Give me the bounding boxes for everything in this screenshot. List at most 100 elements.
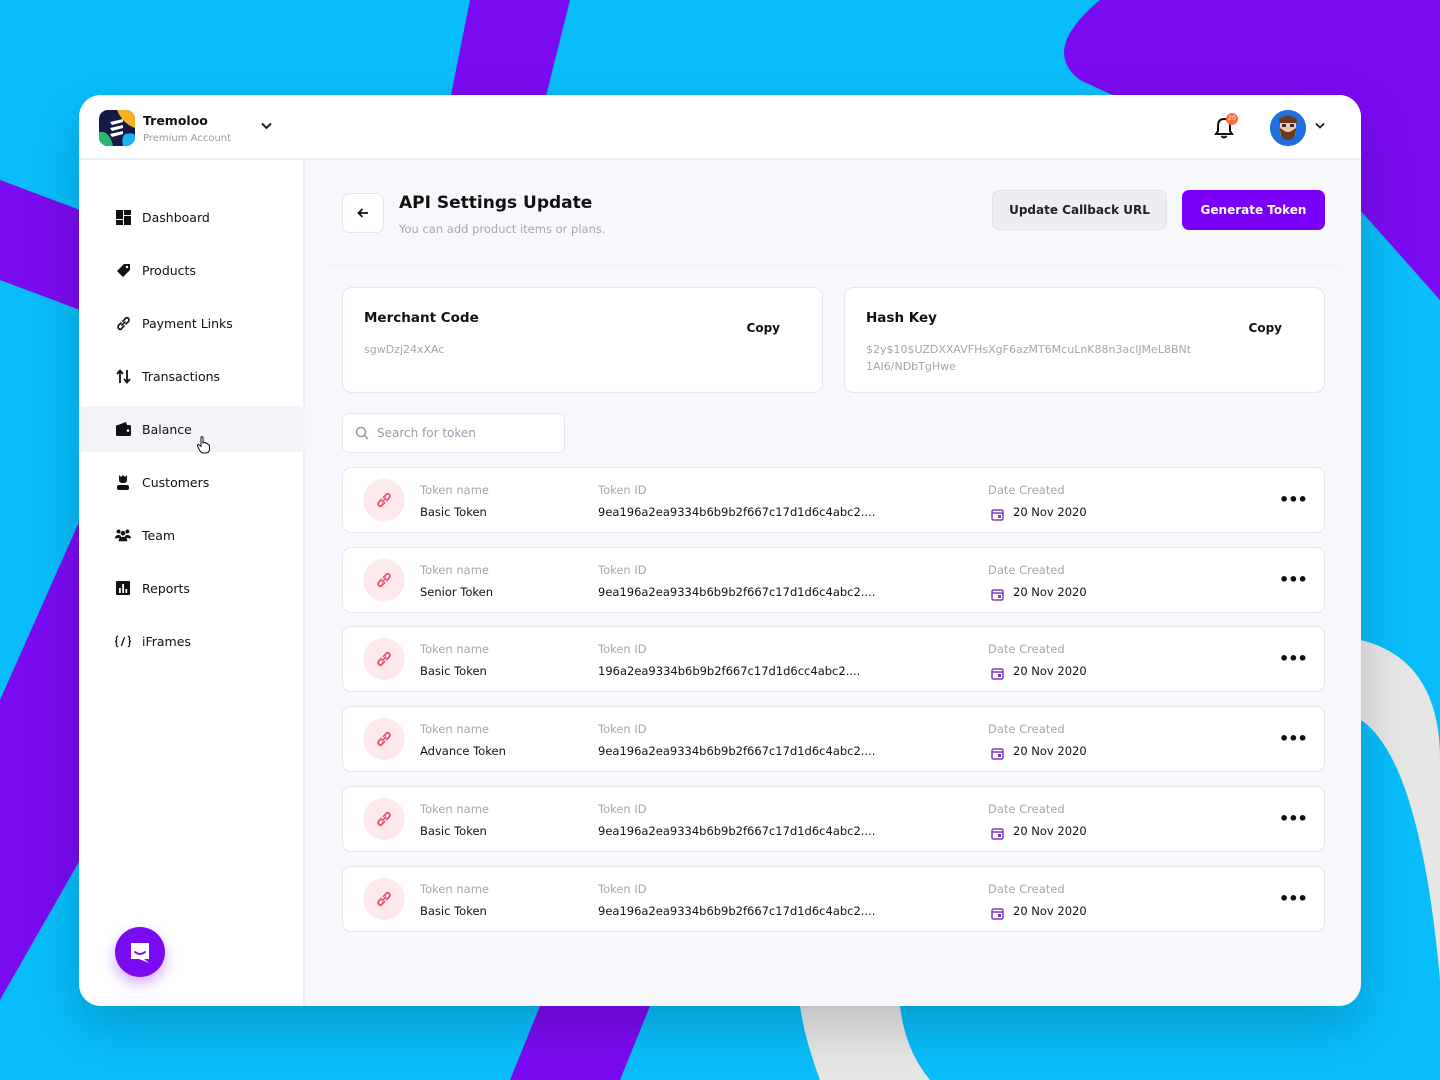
date-created: 20 Nov 2020: [1013, 664, 1087, 679]
token-name: Basic Token: [420, 903, 487, 918]
divider: [329, 265, 1339, 266]
main-content: API Settings Update You can add product …: [307, 160, 1361, 1006]
more-options-icon[interactable]: •••: [1279, 729, 1308, 748]
link-icon: [363, 718, 405, 761]
team-icon: [115, 527, 131, 543]
date-created: 20 Nov 2020: [1013, 744, 1087, 759]
tag-icon: [115, 262, 131, 278]
brand-name: Tremoloo: [143, 112, 208, 128]
account-type: Premium Account: [143, 132, 232, 144]
token-id-label: Token ID: [598, 483, 647, 497]
avatar[interactable]: [1270, 110, 1306, 146]
reports-icon: [115, 580, 131, 596]
token-row[interactable]: Token name Basic Token Token ID 9ea196a2ea9…: [342, 865, 1325, 932]
sidebar-item-iframes[interactable]: iFrames: [79, 618, 305, 664]
calendar-icon: [991, 905, 1004, 924]
token-row[interactable]: Token name Basic Token Token ID 196a2ea9334…: [342, 626, 1325, 693]
update-callback-url-button[interactable]: Update Callback URL: [992, 190, 1167, 230]
link-icon: [363, 558, 405, 601]
token-id-label: Token ID: [598, 562, 647, 577]
token-id: 196a2ea9334b6b9b2f667c17d1d6cc4abc2....: [598, 664, 861, 679]
token-id: 9ea196a2ea9334b6b9b2f667c17d1d6c4abc2...…: [598, 823, 876, 838]
token-name: Basic Token: [420, 505, 487, 519]
notifications-button[interactable]: 20: [1214, 113, 1238, 143]
token-id: 9ea196a2ea9334b6b9b2f667c17d1d6c4abc2...…: [598, 744, 876, 759]
token-row[interactable]: Token name Senior Token Token ID 9ea196a2ea…: [342, 546, 1325, 613]
back-button[interactable]: [342, 193, 384, 233]
sidebar-item-transactions[interactable]: Transactions: [79, 353, 305, 399]
sidebar-item-reports[interactable]: Reports: [79, 565, 305, 611]
hash-key-value: $2y$10$UZDXXAVFHsXgF6azMT6McuLnK88n3aclJ…: [866, 343, 1192, 373]
sidebar-item-dashboard[interactable]: Dashboard: [79, 194, 305, 240]
sidebar-item-label: Dashboard: [142, 209, 210, 225]
sidebar-item-payment-links[interactable]: Payment Links: [79, 300, 305, 346]
calendar-icon: [991, 665, 1004, 684]
notification-badge: 20: [1226, 113, 1238, 125]
customer-icon: [115, 474, 131, 490]
token-id-label: Token ID: [598, 881, 647, 896]
calendar-icon: [991, 825, 1004, 844]
sidebar-item-label: iFrames: [142, 633, 191, 649]
chevron-down-icon[interactable]: [261, 119, 272, 133]
chat-icon: [131, 943, 149, 963]
more-options-icon[interactable]: •••: [1279, 570, 1308, 589]
link-icon: [363, 797, 405, 840]
more-options-icon[interactable]: •••: [1279, 809, 1308, 828]
more-options-icon[interactable]: •••: [1279, 889, 1308, 908]
token-name-label: Token name: [420, 722, 489, 737]
sidebar-item-products[interactable]: Products: [79, 247, 305, 293]
token-id: 9ea196a2ea9334b6b9b2f667c17d1d6c4abc2...…: [598, 584, 876, 599]
token-name: Basic Token: [420, 664, 487, 679]
top-bar: Tremoloo Premium Account 20: [79, 95, 1361, 160]
merchant-code-value: sgwDzj24xXAc: [364, 343, 445, 356]
date-created-label: Date Created: [988, 483, 1065, 497]
token-name: Advance Token: [420, 744, 506, 759]
sidebar-item-balance[interactable]: Balance: [79, 406, 305, 452]
sidebar-item-customers[interactable]: Customers: [79, 459, 305, 505]
wallet-icon: [115, 421, 131, 437]
token-row[interactable]: Token name Advance Token Token ID 9ea196a2e…: [342, 706, 1325, 773]
chat-button[interactable]: [115, 927, 165, 977]
sidebar-item-team[interactable]: Team: [79, 512, 305, 558]
token-name: Senior Token: [420, 584, 493, 599]
code-icon: [115, 633, 131, 649]
date-created-label: Date Created: [988, 801, 1065, 816]
token-name: Basic Token: [420, 823, 487, 838]
date-created-label: Date Created: [988, 562, 1065, 577]
page-subtitle: You can add product items or plans.: [399, 222, 606, 236]
sidebar-item-label: Reports: [142, 580, 190, 596]
token-row[interactable]: Token name Basic Token Token ID 9ea196a2ea9…: [342, 467, 1325, 533]
page-title: API Settings Update: [399, 193, 593, 213]
merchant-code-title: Merchant Code: [364, 310, 479, 326]
link-icon: [363, 638, 405, 681]
more-options-icon[interactable]: •••: [1279, 490, 1308, 509]
dashboard-icon: [115, 209, 131, 225]
sidebar-item-label: Products: [142, 262, 196, 278]
date-created-label: Date Created: [988, 881, 1065, 896]
date-created: 20 Nov 2020: [1013, 505, 1087, 519]
calendar-icon: [991, 745, 1004, 764]
token-row[interactable]: Token name Basic Token Token ID 9ea196a2ea9…: [342, 785, 1325, 852]
link-icon: [363, 877, 405, 920]
copy-hash-key-button[interactable]: Copy: [1249, 321, 1282, 335]
sidebar-item-label: Balance: [142, 421, 192, 437]
arrow-left-icon: [357, 208, 368, 218]
account-switcher[interactable]: Tremoloo Premium Account: [99, 110, 231, 146]
copy-merchant-code-button[interactable]: Copy: [747, 321, 780, 335]
link-icon: [115, 315, 131, 331]
sidebar-item-label: Customers: [142, 474, 210, 490]
date-created-label: Date Created: [988, 722, 1065, 737]
profile-chevron-down-icon[interactable]: [1315, 119, 1325, 132]
generate-token-button[interactable]: Generate Token: [1182, 190, 1325, 230]
more-options-icon[interactable]: •••: [1279, 649, 1308, 668]
search-input[interactable]: [377, 426, 547, 440]
arrows-up-down-icon: [115, 368, 131, 384]
sidebar-item-label: Team: [142, 527, 176, 543]
token-name-label: Token name: [420, 881, 489, 896]
token-search: [342, 413, 565, 453]
brand-logo: [99, 110, 135, 146]
date-created: 20 Nov 2020: [1013, 903, 1087, 918]
token-id-label: Token ID: [598, 801, 647, 816]
app-window: Tremoloo Premium Account 20 Dashboard Pr…: [79, 95, 1361, 1006]
hand-cursor-icon: [196, 436, 212, 458]
